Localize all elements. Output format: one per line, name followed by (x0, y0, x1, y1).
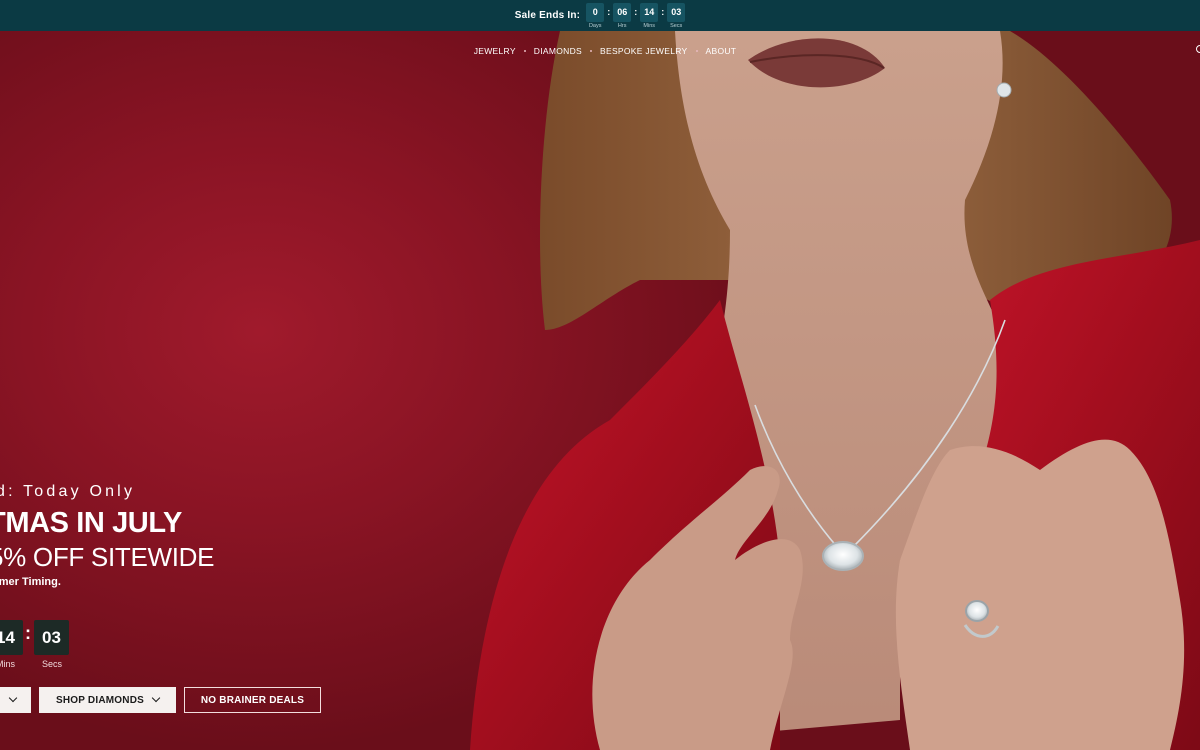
promo-headline: TMAS IN JULY (0, 507, 182, 539)
countdown-hours-value: 06 (613, 2, 632, 22)
shop-diamonds-button[interactable]: SHOP DIAMONDS (39, 687, 176, 713)
shop-diamonds-label: SHOP DIAMONDS (56, 694, 144, 706)
countdown-separator: : (661, 6, 665, 17)
main-navigation: JEWELRY DIAMONDS BESPOKE JEWELRY ABOUT (0, 46, 1200, 56)
promo-fineprint: mmer Timing. (0, 576, 61, 588)
nav-about[interactable]: ABOUT (706, 46, 737, 56)
chevron-down-icon (8, 693, 17, 703)
countdown-hours-caption: Hrs (617, 22, 627, 29)
countdown-seconds-caption: Secs (670, 22, 683, 29)
search-icon[interactable] (1196, 45, 1200, 53)
countdown-days: 0 Days (586, 2, 605, 30)
chevron-down-icon (151, 693, 161, 703)
countdown-separator: : (634, 6, 638, 17)
hero-countdown-seconds: 03 (34, 620, 69, 655)
hero-countdown-seconds-caption: Secs (42, 659, 63, 669)
nav-dot-separator (590, 50, 593, 52)
hero-countdown-minutes-caption: Mins (0, 659, 16, 669)
promo-subhead: 5% OFF SITEWIDE (0, 542, 215, 572)
promo-eyebrow: d: Today Only (0, 483, 136, 500)
shop-jewelry-dropdown-button[interactable] (0, 687, 31, 713)
no-brainer-deals-label: NO BRAINER DEALS (200, 694, 305, 706)
nav-bespoke-jewelry[interactable]: BESPOKE JEWELRY (600, 46, 687, 56)
pendant-diamond (822, 541, 864, 571)
sale-countdown-bar: Sale Ends In: 0 Days : 06 Hrs : 14 Mins … (0, 0, 1200, 31)
nav-jewelry[interactable]: JEWELRY (474, 46, 516, 56)
countdown-seconds: 03 Secs (667, 2, 686, 30)
countdown-minutes: 14 Mins (640, 2, 659, 30)
countdown-minutes-caption: Mins (643, 22, 656, 29)
nav-dot-separator (695, 50, 698, 52)
countdown-days-value: 0 (586, 2, 605, 22)
right-hand (895, 439, 1185, 750)
countdown-separator: : (607, 6, 611, 17)
nav-diamonds[interactable]: DIAMONDS (534, 46, 582, 56)
countdown-days-caption: Days (588, 22, 602, 29)
hero-banner: JEWELRY DIAMONDS BESPOKE JEWELRY ABOUT d… (0, 31, 1200, 750)
countdown-minutes-value: 14 (640, 2, 659, 22)
hero-model-photo (470, 31, 1200, 750)
hero-countdown-minutes: 14 (0, 620, 23, 655)
countdown-hours: 06 Hrs (613, 2, 632, 30)
countdown-seconds-value: 03 (667, 2, 686, 22)
sale-ends-label: Sale Ends In: (514, 10, 581, 21)
hero-countdown-separator: : (25, 623, 31, 643)
nav-dot-separator (523, 50, 526, 52)
no-brainer-deals-button[interactable]: NO BRAINER DEALS (184, 687, 321, 713)
